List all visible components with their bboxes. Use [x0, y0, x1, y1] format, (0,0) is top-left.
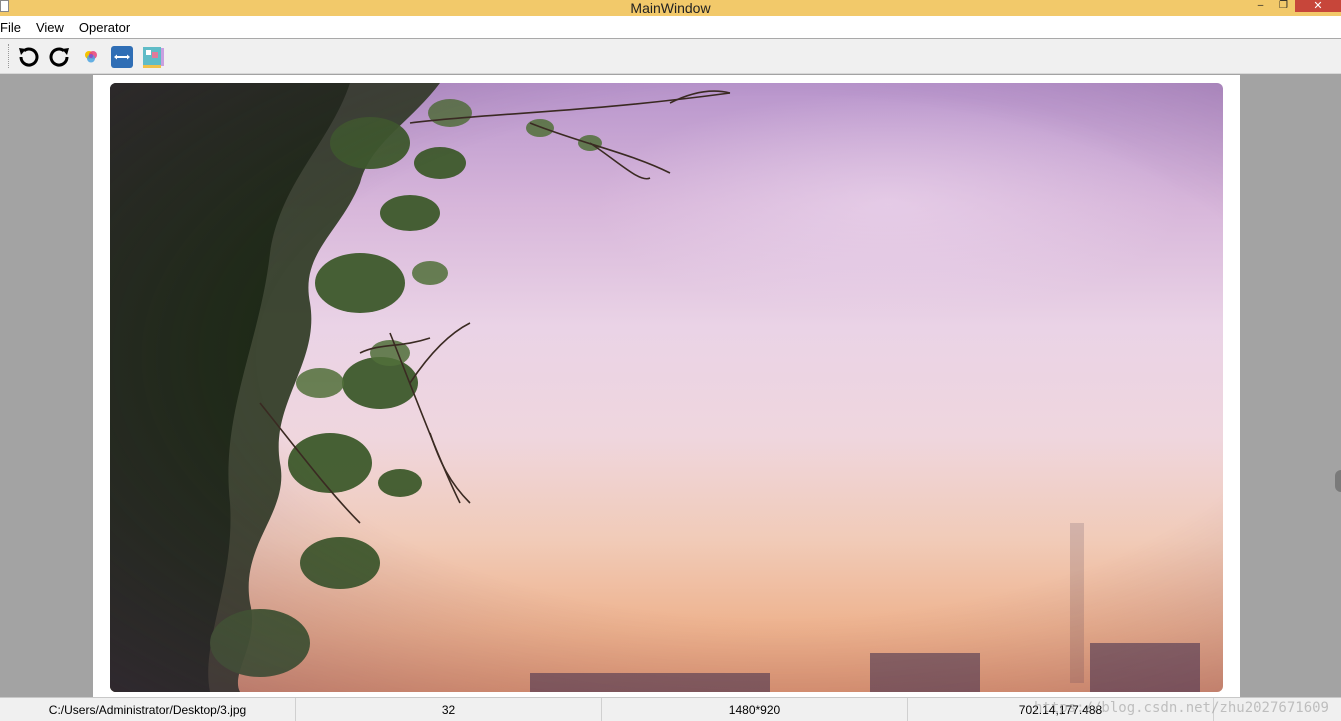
window-controls: – ❐ ✕	[1249, 0, 1341, 16]
status-coordinates: 702.14,177.488	[908, 698, 1214, 721]
flip-horizontal-button[interactable]	[109, 44, 135, 70]
rotate-right-icon	[49, 47, 69, 67]
image-size-text: 1480*920	[728, 702, 781, 717]
status-file-path: C:/Users/Administrator/Desktop/3.jpg	[0, 698, 296, 721]
close-button[interactable]: ✕	[1295, 0, 1341, 12]
menu-file[interactable]: File	[0, 20, 27, 35]
status-image-size: 1480*920	[602, 698, 908, 721]
window-title: MainWindow	[630, 0, 711, 16]
image-vignette	[110, 83, 1223, 692]
graphics-view[interactable]	[0, 74, 1341, 697]
menu-bar: File View Operator	[0, 16, 1341, 38]
status-bit-depth: 32	[296, 698, 602, 721]
color-palette-icon	[85, 51, 97, 63]
menu-view[interactable]: View	[36, 20, 70, 35]
image-effect-icon	[143, 47, 164, 68]
scroll-handle[interactable]	[1335, 470, 1341, 492]
bit-depth-text: 32	[441, 702, 456, 717]
rotate-right-button[interactable]	[47, 44, 73, 70]
minimize-button[interactable]: –	[1249, 0, 1272, 12]
scene-canvas[interactable]	[93, 75, 1240, 697]
rotate-left-icon	[19, 47, 39, 67]
toolbar	[0, 39, 1341, 74]
maximize-button[interactable]: ❐	[1272, 0, 1295, 12]
image-effect-button[interactable]	[140, 44, 166, 70]
displayed-image[interactable]	[110, 83, 1223, 692]
title-bar[interactable]: MainWindow – ❐ ✕	[0, 0, 1341, 16]
rotate-left-button[interactable]	[15, 44, 41, 70]
app-icon	[0, 0, 9, 12]
file-path-text: C:/Users/Administrator/Desktop/3.jpg	[48, 702, 247, 717]
status-bar: C:/Users/Administrator/Desktop/3.jpg 32 …	[0, 697, 1341, 721]
main-window: MainWindow – ❐ ✕ File View Operator C:/U…	[0, 0, 1341, 721]
menu-operator[interactable]: Operator	[79, 20, 136, 35]
toolbar-grip[interactable]	[8, 44, 11, 68]
color-button[interactable]	[78, 44, 104, 70]
flip-horizontal-icon	[111, 46, 133, 68]
coordinates-text: 702.14,177.488	[1018, 702, 1103, 717]
